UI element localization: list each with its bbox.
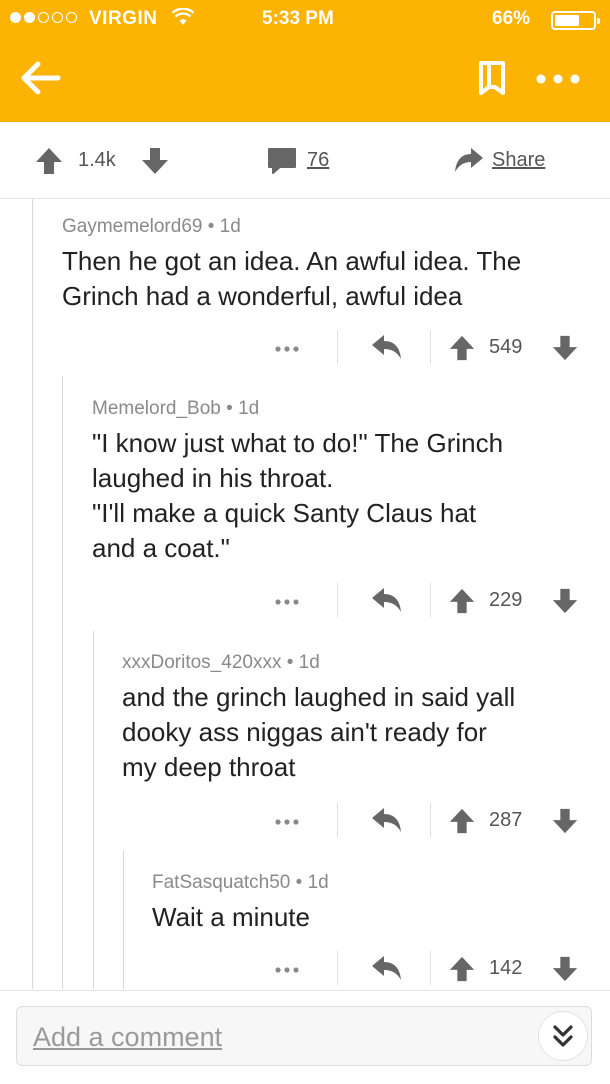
more-horizontal-icon[interactable] <box>272 960 302 980</box>
status-time: 5:33 PM <box>262 8 334 29</box>
status-bar: VIRGIN 5:33 PM 66% <box>0 0 610 40</box>
comment-body: "I know just what to do!" The Grinch lau… <box>92 428 504 563</box>
post-action-bar: 1.4k 76 Share <box>0 122 610 199</box>
divider <box>430 951 431 985</box>
wifi-icon <box>171 7 195 32</box>
comment-author[interactable]: FatSasquatch50 <box>152 872 290 893</box>
comment-meta: Memelord_Bob • 1d <box>92 398 260 419</box>
comment-score: 549 <box>489 336 523 358</box>
bookmark-icon[interactable] <box>477 60 507 96</box>
more-horizontal-icon[interactable] <box>272 812 302 832</box>
comment-age: 1d <box>238 398 260 419</box>
upvote-arrow-icon[interactable] <box>448 807 476 835</box>
divider <box>430 803 431 837</box>
divider <box>337 803 338 837</box>
comment-author[interactable]: Memelord_Bob <box>92 398 221 419</box>
comment-score: 142 <box>489 957 523 979</box>
app-header: VIRGIN 5:33 PM 66% <box>0 0 610 122</box>
more-horizontal-icon[interactable] <box>272 339 302 359</box>
upvote-arrow-icon[interactable] <box>448 334 476 362</box>
divider <box>430 330 431 364</box>
comment-score: 229 <box>489 589 523 611</box>
post-score: 1.4k <box>78 149 116 171</box>
signal-strength-icon <box>10 12 77 23</box>
reply-arrow-icon[interactable] <box>370 806 404 836</box>
comment-age: 1d <box>298 652 320 673</box>
double-chevron-down-icon[interactable] <box>538 1011 588 1061</box>
more-horizontal-icon[interactable] <box>272 592 302 612</box>
reply-arrow-icon[interactable] <box>370 954 404 984</box>
comment-meta: FatSasquatch50 • 1d <box>152 872 329 893</box>
comment-age: 1d <box>219 216 241 237</box>
add-comment-input[interactable] <box>31 1017 515 1057</box>
back-arrow-icon[interactable] <box>18 58 62 98</box>
comment-actions: 229 <box>0 580 610 620</box>
comment-actions: 287 <box>0 800 610 840</box>
comment-author[interactable]: Gaymemelord69 <box>62 216 202 237</box>
comment: Gaymemelord69 • 1d Then he got an idea. … <box>62 216 592 314</box>
comment-thread: Gaymemelord69 • 1d Then he got an idea. … <box>0 199 610 989</box>
comment-body: and the grinch laughed in said yall dook… <box>122 682 516 782</box>
comment-bubble-icon[interactable] <box>266 146 298 176</box>
comment-body: Wait a minute <box>152 902 310 932</box>
reply-arrow-icon[interactable] <box>370 333 404 363</box>
downvote-arrow-icon[interactable] <box>551 955 579 983</box>
comment-count-link[interactable]: 76 <box>307 149 329 172</box>
downvote-arrow-icon[interactable] <box>551 334 579 362</box>
share-link[interactable]: Share <box>492 149 545 172</box>
comment-actions: 549 <box>0 327 610 367</box>
divider <box>337 951 338 985</box>
comment-input-box[interactable] <box>16 1006 592 1066</box>
downvote-arrow-icon[interactable] <box>551 807 579 835</box>
battery-icon <box>551 11 600 30</box>
post-upvote-icon[interactable] <box>34 146 64 176</box>
divider <box>337 330 338 364</box>
divider <box>337 583 338 617</box>
reply-arrow-icon[interactable] <box>370 586 404 616</box>
comment-author[interactable]: xxxDoritos_420xxx <box>122 652 281 673</box>
comment-meta: xxxDoritos_420xxx • 1d <box>122 652 320 673</box>
downvote-arrow-icon[interactable] <box>551 587 579 615</box>
divider <box>430 583 431 617</box>
upvote-arrow-icon[interactable] <box>448 587 476 615</box>
thread-line <box>62 376 63 989</box>
comment-meta: Gaymemelord69 • 1d <box>62 216 241 237</box>
more-options-icon[interactable] <box>533 64 583 94</box>
share-arrow-icon[interactable] <box>453 146 485 176</box>
upvote-arrow-icon[interactable] <box>448 955 476 983</box>
comment: FatSasquatch50 • 1d Wait a minute <box>152 872 592 935</box>
comment-age: 1d <box>307 872 329 893</box>
battery-percent: 66% <box>492 8 531 29</box>
comment: xxxDoritos_420xxx • 1d and the grinch la… <box>122 652 592 785</box>
carrier-name: VIRGIN <box>89 8 158 29</box>
comment-score: 287 <box>489 809 523 831</box>
comment-body: Then he got an idea. An awful idea. The … <box>62 246 522 311</box>
comment-actions: 142 <box>0 948 610 988</box>
comment: Memelord_Bob • 1d "I know just what to d… <box>92 398 592 566</box>
post-downvote-icon[interactable] <box>140 146 170 176</box>
